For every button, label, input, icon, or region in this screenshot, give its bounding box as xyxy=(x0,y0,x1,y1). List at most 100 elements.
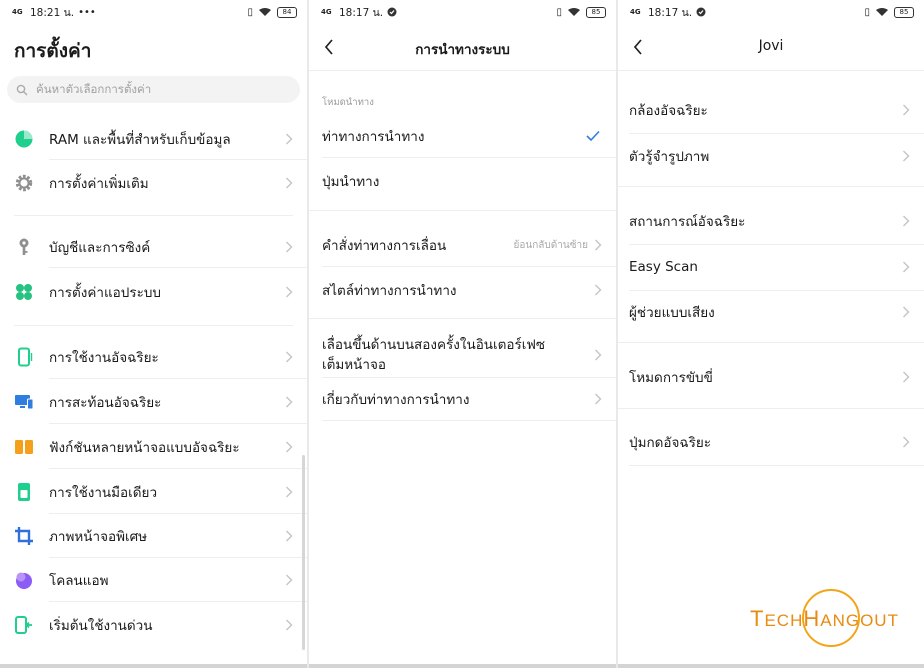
divider xyxy=(49,378,307,379)
header-divider xyxy=(309,70,616,71)
battery-icon: 85 xyxy=(894,6,914,18)
chevron-right-icon xyxy=(286,396,293,408)
settings-item-label: ปุ่มกดอัจฉริยะ xyxy=(629,435,712,451)
clone-app-icon xyxy=(16,572,32,589)
vibrate-icon: ▯ xyxy=(864,6,870,18)
techhangout-watermark-logo: TECHHANGOUT xyxy=(750,588,900,650)
divider xyxy=(49,601,307,602)
scrollbar[interactable] xyxy=(302,455,305,650)
settings-item-label: ผู้ช่วยแบบเสียง xyxy=(629,305,715,321)
settings-item-label: การใช้งานอัจฉริยะ xyxy=(49,350,159,366)
nav-option-label: ท่าทางการนำทาง xyxy=(322,129,425,145)
chevron-right-icon xyxy=(286,574,293,586)
settings-item-label: ฟังก์ชันหลายหน้าจอแบบอัจฉริยะ xyxy=(49,440,240,456)
settings-item-label: ตัวรู้จำรูปภาพ xyxy=(629,149,710,165)
signal-indicator: 4G xyxy=(630,7,641,16)
chevron-right-icon xyxy=(595,393,602,405)
screen-mirror-icon xyxy=(15,395,34,410)
divider xyxy=(49,513,307,514)
chevron-right-icon xyxy=(903,371,910,383)
bottom-bar xyxy=(309,664,616,668)
nav-bar: Jovi xyxy=(618,24,924,70)
status-bar: 4G 18:17 น. ▯ 85 xyxy=(618,0,924,24)
chevron-right-icon xyxy=(286,530,293,542)
settings-item-label: ภาพหน้าจอพิเศษ xyxy=(49,529,148,545)
jovi-item-image-recognition[interactable]: ตัวรู้จำรูปภาพ xyxy=(618,143,924,169)
settings-item-label: คำสั่งท่าทางการเลื่อน xyxy=(322,238,447,254)
jovi-screen: 4G 18:17 น. ▯ 85 Jovi กล้องอัจฉริยะ ตัวร… xyxy=(618,0,924,668)
logo-text: TECHHANGOUT xyxy=(750,606,899,632)
status-bar: 4G 18:17 น. ▯ 85 xyxy=(309,0,616,24)
divider xyxy=(49,468,307,469)
settings-item-label: RAM และพื้นที่สำหรับเก็บข้อมูล xyxy=(49,132,231,148)
gesture-style-item[interactable]: สไตล์ท่าทางการนำทาง xyxy=(309,277,616,303)
divider xyxy=(629,133,924,134)
settings-item-ram-storage[interactable]: RAM และพื้นที่สำหรับเก็บข้อมูล xyxy=(0,126,307,152)
chevron-right-icon xyxy=(286,177,293,189)
jovi-item-smart-scene[interactable]: สถานการณ์อัจฉริยะ xyxy=(618,208,924,234)
chevron-right-icon xyxy=(286,441,293,453)
settings-item-quick-start[interactable]: เริ่มต้นใช้งานด่วน xyxy=(0,612,307,638)
status-time: 18:21 น. xyxy=(30,6,75,19)
settings-item-app-clone[interactable]: โคลนแอพ xyxy=(0,567,307,593)
settings-item-label: การตั้งค่าแอประบบ xyxy=(49,285,161,301)
battery-icon: 85 xyxy=(586,6,606,18)
settings-item-one-hand[interactable]: การใช้งานมือเดียว xyxy=(0,479,307,505)
status-more-icon: ••• xyxy=(78,6,96,18)
settings-screen: 4G 18:21 น. ••• ▯ 84 การตั้งค่า ค้นหาตัว… xyxy=(0,0,307,668)
divider xyxy=(629,244,924,245)
settings-item-label: สไตล์ท่าทางการนำทาง xyxy=(322,283,457,299)
divider xyxy=(322,377,616,378)
settings-item-label: สถานการณ์อัจฉริยะ xyxy=(629,214,746,230)
jovi-item-driving-mode[interactable]: โหมดการขับขี่ xyxy=(618,364,924,390)
settings-item-label: เริ่มต้นใช้งานด่วน xyxy=(49,618,153,634)
settings-item-super-screenshot[interactable]: ภาพหน้าจอพิเศษ xyxy=(0,523,307,549)
gesture-command-item[interactable]: คำสั่งท่าทางการเลื่อน ย้อนกลับด้านซ้าย xyxy=(309,232,616,258)
shield-check-icon xyxy=(387,7,397,17)
settings-item-smart-mirroring[interactable]: การสะท้อนอัจฉริยะ xyxy=(0,389,307,415)
settings-item-more-settings[interactable]: การตั้งค่าเพิ่มเติม xyxy=(0,170,307,196)
settings-item-label: การใช้งานมือเดียว xyxy=(49,485,158,501)
settings-item-smart-split-screen[interactable]: ฟังก์ชันหลายหน้าจอแบบอัจฉริยะ xyxy=(0,434,307,460)
checkmark-icon xyxy=(586,130,600,142)
signal-indicator: 4G xyxy=(321,7,332,16)
divider xyxy=(49,159,307,160)
chevron-right-icon xyxy=(286,241,293,253)
settings-item-label: การสะท้อนอัจฉริยะ xyxy=(49,395,162,411)
section-divider xyxy=(618,408,924,409)
section-divider xyxy=(14,215,293,216)
nav-option-gestures[interactable]: ท่าทางการนำทาง xyxy=(309,123,616,149)
double-swipe-fullscreen-item[interactable]: เลื่อนขึ้นด้านบนสองครั้งในอินเตอร์เฟซ เต… xyxy=(309,334,616,376)
section-divider xyxy=(14,325,293,326)
status-time: 18:17 น. xyxy=(339,6,384,19)
chevron-right-icon xyxy=(595,284,602,296)
jovi-item-voice-assistant[interactable]: ผู้ช่วยแบบเสียง xyxy=(618,299,924,325)
nav-option-buttons[interactable]: ปุ่มนำทาง xyxy=(309,168,616,194)
apps-clover-icon xyxy=(16,284,32,300)
wifi-icon xyxy=(876,8,888,16)
bottom-bar xyxy=(618,664,924,668)
jovi-item-smart-camera[interactable]: กล้องอัจฉริยะ xyxy=(618,97,924,123)
current-value: ย้อนกลับด้านซ้าย xyxy=(513,239,588,251)
about-gestures-item[interactable]: เกี่ยวกับท่าทางการนำทาง xyxy=(309,386,616,412)
settings-item-accounts-sync[interactable]: บัญชีและการซิงค์ xyxy=(0,234,307,260)
settings-item-label: เลื่อนขึ้นด้านบนสองครั้งในอินเตอร์เฟซ เต… xyxy=(322,335,545,375)
chevron-right-icon xyxy=(286,286,293,298)
settings-item-system-apps[interactable]: การตั้งค่าแอประบบ xyxy=(0,279,307,305)
storage-pie-icon xyxy=(15,130,33,148)
settings-item-label: โหมดการขับขี่ xyxy=(629,370,713,386)
gear-icon xyxy=(15,174,33,192)
chevron-right-icon xyxy=(903,306,910,318)
logo-text-t: T xyxy=(750,606,765,631)
settings-item-label: บัญชีและการซิงค์ xyxy=(49,240,151,256)
jovi-item-easy-scan[interactable]: Easy Scan xyxy=(618,254,924,280)
logo-text-ech: ECH xyxy=(764,611,804,630)
settings-item-smart-motion[interactable]: การใช้งานอัจฉริยะ xyxy=(0,344,307,370)
chevron-right-icon xyxy=(903,104,910,116)
search-input[interactable]: ค้นหาตัวเลือกการตั้งค่า xyxy=(7,76,300,103)
chevron-right-icon xyxy=(286,486,293,498)
phone-outline-icon xyxy=(18,347,33,367)
jovi-item-smart-button[interactable]: ปุ่มกดอัจฉริยะ xyxy=(618,429,924,455)
chevron-right-icon xyxy=(286,133,293,145)
divider xyxy=(322,420,616,421)
